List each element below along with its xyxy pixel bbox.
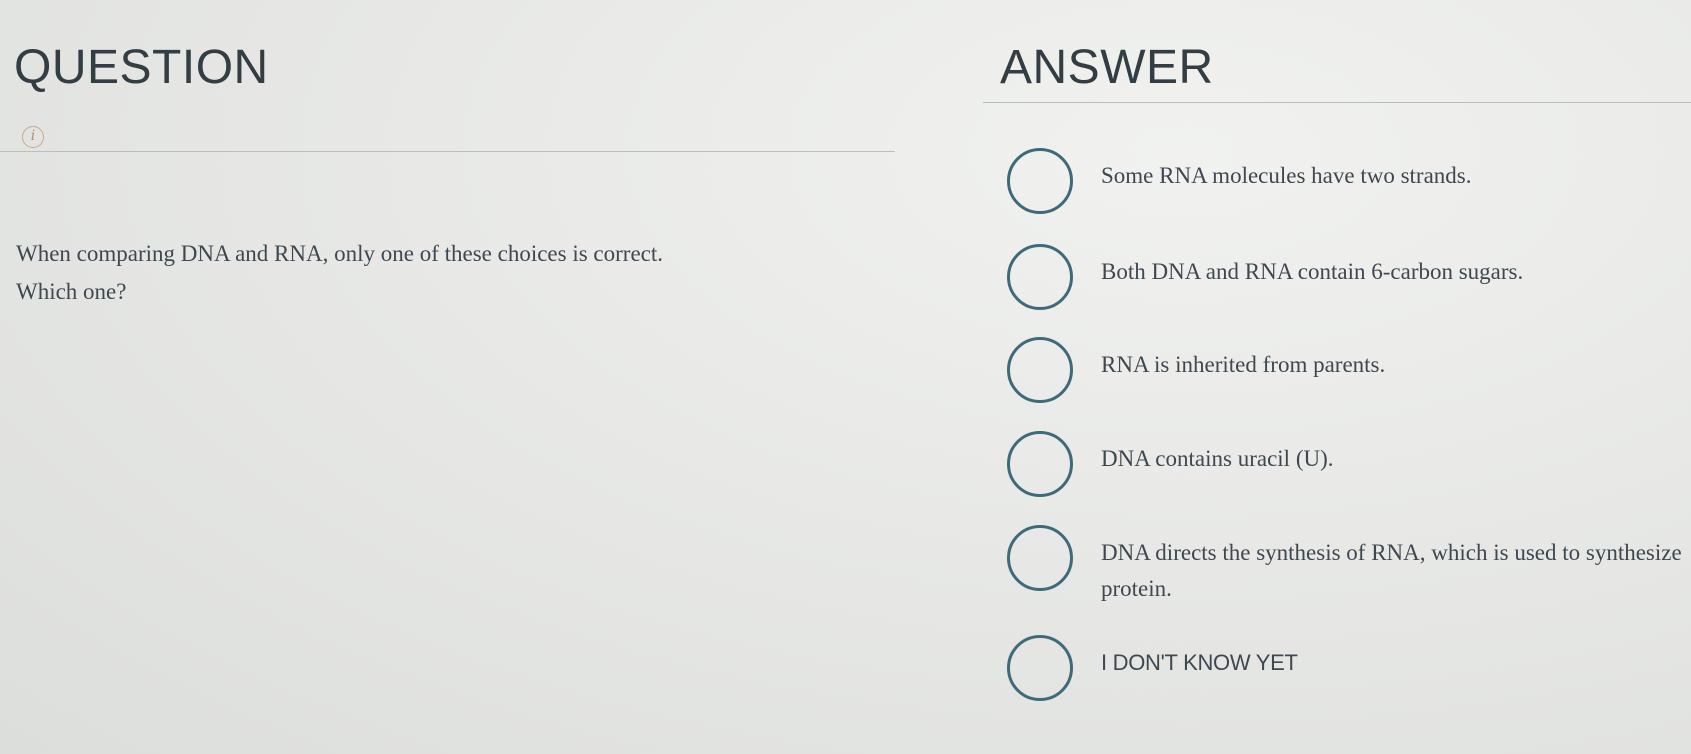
answer-option-label[interactable]: Some RNA molecules have two strands. [1101, 158, 1691, 194]
answer-options: Some RNA molecules have two strands. Bot… [0, 0, 1691, 754]
question-text-line-1: When comparing DNA and RNA, only one of … [16, 241, 664, 266]
question-text-line-2: Which one? [16, 279, 127, 304]
answer-option-label[interactable]: DNA directs the synthesis of RNA, which … [1101, 535, 1691, 607]
answer-option-label[interactable]: I DON'T KNOW YET [1101, 645, 1691, 681]
answer-option-label[interactable]: Both DNA and RNA contain 6-carbon sugars… [1101, 254, 1691, 290]
info-icon[interactable]: i [22, 126, 44, 148]
radio-button[interactable] [1007, 431, 1073, 497]
answer-divider [983, 102, 1691, 103]
radio-button[interactable] [1007, 148, 1073, 214]
answer-option-label[interactable]: DNA contains uracil (U). [1101, 441, 1691, 477]
question-text: When comparing DNA and RNA, only one of … [16, 235, 836, 311]
radio-button[interactable] [1007, 244, 1073, 310]
answer-option-label[interactable]: RNA is inherited from parents. [1101, 347, 1691, 383]
radio-button[interactable] [1007, 525, 1073, 591]
question-heading: QUESTION [14, 41, 269, 94]
answer-heading: ANSWER [1000, 41, 1214, 94]
question-divider [0, 151, 895, 152]
radio-button[interactable] [1007, 635, 1073, 701]
radio-button[interactable] [1007, 337, 1073, 403]
